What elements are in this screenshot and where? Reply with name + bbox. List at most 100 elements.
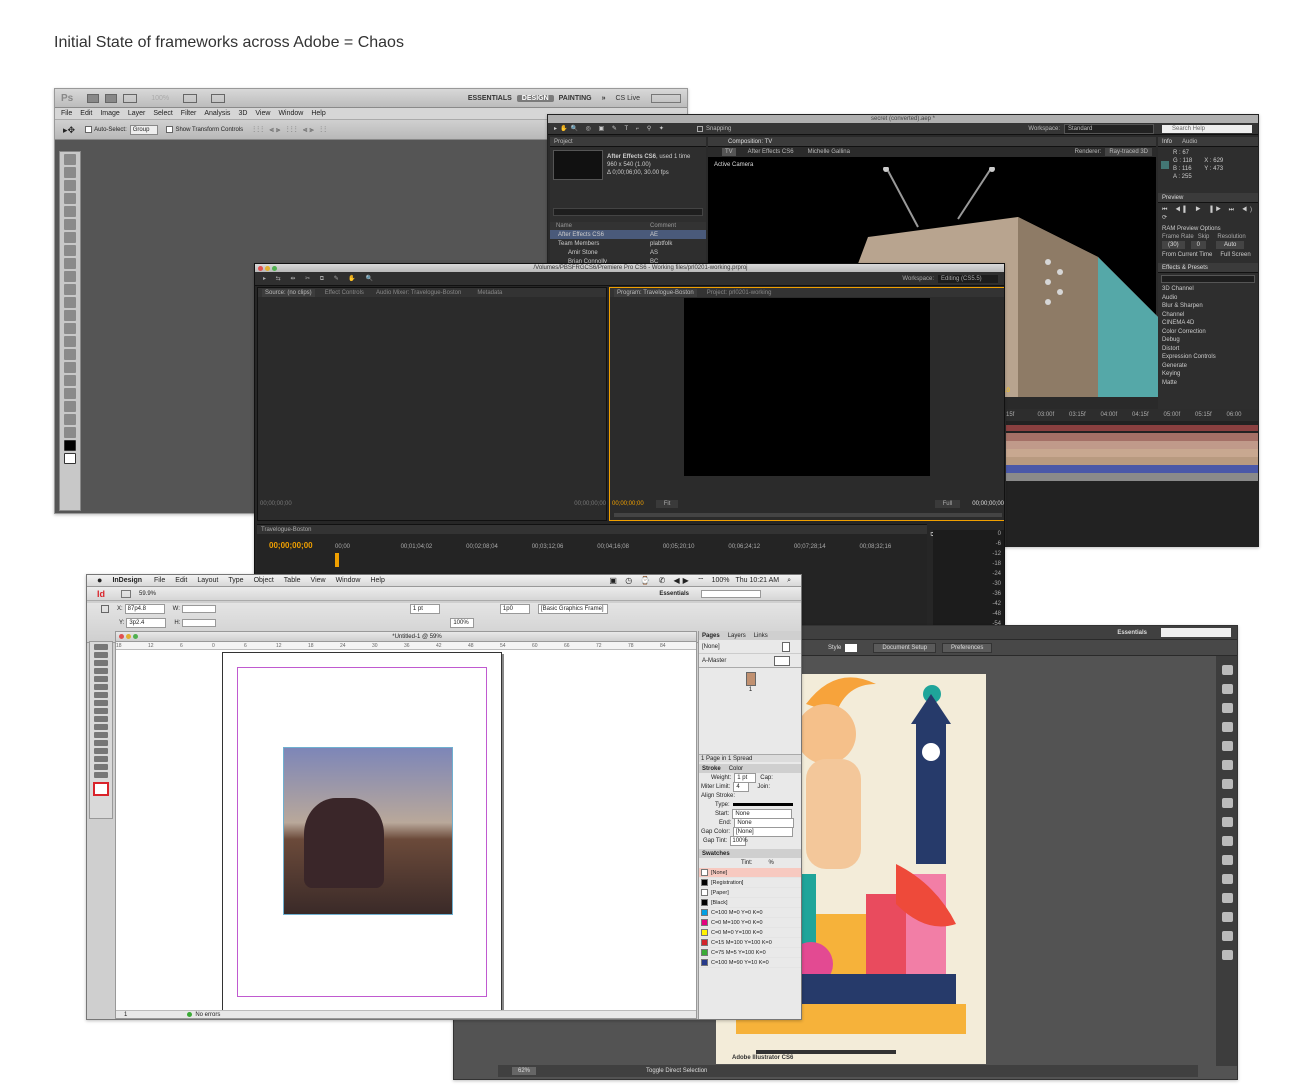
- panel-dock-icon[interactable]: [1221, 893, 1233, 903]
- ai-search[interactable]: [1161, 628, 1231, 637]
- tab-metadata[interactable]: Metadata: [477, 289, 502, 297]
- menu-indesign[interactable]: InDesign: [112, 576, 142, 585]
- opacity-field[interactable]: 1p0: [499, 604, 530, 614]
- panel-dock-icon[interactable]: [1221, 741, 1233, 751]
- miter-field[interactable]: 4: [733, 781, 750, 792]
- menu-help[interactable]: Help: [370, 576, 384, 585]
- swatch-row[interactable]: C=0 M=100 Y=0 K=0: [699, 918, 801, 928]
- swatch-row[interactable]: C=100 M=90 Y=10 K=0: [699, 958, 801, 968]
- type-tool-icon[interactable]: [94, 676, 108, 682]
- none-master-thumb[interactable]: [782, 641, 790, 652]
- tab-project[interactable]: Project: prl0201-working: [707, 289, 772, 297]
- menu-layout[interactable]: Layout: [197, 576, 218, 585]
- document-tab[interactable]: *Untitled-1 @ 59%: [392, 633, 441, 641]
- selection-tool-icon[interactable]: [94, 644, 108, 650]
- effect-category[interactable]: Audio: [1162, 294, 1258, 303]
- resolution-select[interactable]: Auto: [1216, 241, 1245, 249]
- type-select[interactable]: [732, 803, 793, 806]
- full-screen[interactable]: Full Screen: [1220, 251, 1250, 259]
- menu-analysis[interactable]: Analysis: [204, 109, 230, 118]
- effect-category[interactable]: CINEMA 4D: [1162, 319, 1258, 328]
- eyedropper-tool-icon[interactable]: [64, 219, 76, 230]
- swatch-row[interactable]: C=75 M=5 Y=100 K=0: [699, 948, 801, 958]
- panel-dock-icon[interactable]: [1221, 703, 1233, 713]
- document-setup-button[interactable]: Document Setup: [873, 642, 937, 653]
- move-tool-icon[interactable]: [64, 154, 76, 165]
- timeline-layer-bar[interactable]: [1006, 433, 1258, 441]
- menu-edit[interactable]: Edit: [80, 109, 92, 118]
- swatch-row[interactable]: C=15 M=100 Y=100 K=0: [699, 938, 801, 948]
- comp-crumb-michelle[interactable]: Michelle Gallina: [808, 148, 850, 156]
- project-row[interactable]: After Effects CS6 AE: [550, 230, 706, 239]
- program-fit-select[interactable]: Fit: [655, 500, 679, 508]
- spotlight-icon[interactable]: ⌕: [787, 576, 791, 585]
- zoom-tool-icon[interactable]: [64, 427, 76, 438]
- premiere-tools-icons[interactable]: ▸ ⇆ ⇹ ✂ ⧉ ✎ ✋ 🔍: [263, 275, 377, 283]
- swatch-row[interactable]: [None]: [699, 868, 801, 878]
- effect-category[interactable]: Matte: [1162, 379, 1258, 388]
- effect-category[interactable]: Blur & Sharpen: [1162, 302, 1258, 311]
- timeline-layer-bar[interactable]: [1006, 449, 1258, 457]
- from-current-time[interactable]: From Current Time: [1162, 251, 1212, 259]
- col-name[interactable]: Name: [556, 222, 650, 230]
- scissors-tool-icon[interactable]: [94, 724, 108, 730]
- eraser-tool-icon[interactable]: [64, 284, 76, 295]
- panel-dock-icon[interactable]: [1221, 874, 1233, 884]
- menu-extras-icons[interactable]: ▣ ◷ ⌚ ✆ ◀▶ ⌔: [609, 576, 707, 585]
- path-select-tool-icon[interactable]: [64, 362, 76, 373]
- 3d-orbit-tool-icon[interactable]: [64, 401, 76, 412]
- shape-tool-icon[interactable]: [64, 375, 76, 386]
- program-quality-select[interactable]: Full: [934, 500, 961, 508]
- minimize-icon[interactable]: [126, 634, 131, 639]
- sequence-tab[interactable]: Travelogue-Boston: [261, 526, 311, 534]
- id-search[interactable]: [701, 589, 761, 598]
- project-search[interactable]: [553, 208, 703, 216]
- snapping-checkbox[interactable]: [696, 125, 703, 132]
- rect-frame-tool-icon[interactable]: [94, 708, 108, 714]
- timeline-layer-bar[interactable]: [1006, 441, 1258, 449]
- panel-dock-icon[interactable]: [1221, 855, 1233, 865]
- timeline-layer-bar[interactable]: [1006, 457, 1258, 465]
- renderer-select[interactable]: Ray-traced 3D: [1105, 148, 1152, 156]
- menu-select[interactable]: Select: [153, 109, 172, 118]
- effects-search[interactable]: [1161, 275, 1255, 283]
- id-zoom[interactable]: 59.9%: [139, 590, 156, 598]
- page-tool-icon[interactable]: [94, 660, 108, 666]
- bridge-icon[interactable]: [121, 589, 131, 598]
- spot-heal-tool-icon[interactable]: [64, 232, 76, 243]
- effect-category[interactable]: 3D Channel: [1162, 285, 1258, 294]
- tab-program[interactable]: Program: Travelogue-Boston: [614, 288, 697, 297]
- effects-presets-tab[interactable]: Effects & Presets: [1162, 264, 1208, 272]
- swatch-row[interactable]: C=100 M=0 Y=0 K=0: [699, 908, 801, 918]
- a-master-thumb[interactable]: [774, 655, 790, 666]
- zoom-icon[interactable]: [133, 634, 138, 639]
- tab-stroke[interactable]: Stroke: [702, 765, 721, 773]
- screen-mode-icon[interactable]: [211, 93, 226, 103]
- program-scrubber[interactable]: [614, 513, 1002, 517]
- effect-category[interactable]: Distort: [1162, 345, 1258, 354]
- mini-bridge-icon[interactable]: [105, 93, 118, 103]
- reference-point-icon[interactable]: [101, 605, 109, 613]
- bridge-icon[interactable]: [87, 93, 100, 103]
- crop-tool-icon[interactable]: [64, 206, 76, 217]
- menu-view[interactable]: View: [311, 576, 326, 585]
- h-field[interactable]: [182, 619, 217, 627]
- hand-tool-icon[interactable]: [64, 414, 76, 425]
- menu-file[interactable]: File: [154, 576, 165, 585]
- cs-live-button[interactable]: CS Live: [610, 95, 645, 102]
- auto-select-dropdown[interactable]: Group: [129, 124, 159, 135]
- menu-window[interactable]: Window: [336, 576, 361, 585]
- placed-photo[interactable]: [283, 747, 453, 915]
- tab-pages[interactable]: Pages: [702, 632, 720, 640]
- menu-file[interactable]: File: [61, 109, 72, 118]
- panel-dock-icon[interactable]: [1221, 931, 1233, 941]
- arrange-documents-icon[interactable]: [183, 93, 198, 103]
- timeline-layer-bar[interactable]: [1006, 425, 1258, 431]
- preview-tab[interactable]: Preview: [1162, 194, 1183, 202]
- playhead[interactable]: [335, 553, 339, 567]
- dodge-tool-icon[interactable]: [64, 323, 76, 334]
- panel-dock-icon[interactable]: [1221, 912, 1233, 922]
- pencil-tool-icon[interactable]: [94, 700, 108, 706]
- swatch-row[interactable]: [Black]: [699, 898, 801, 908]
- apple-icon[interactable]: ●: [97, 576, 102, 585]
